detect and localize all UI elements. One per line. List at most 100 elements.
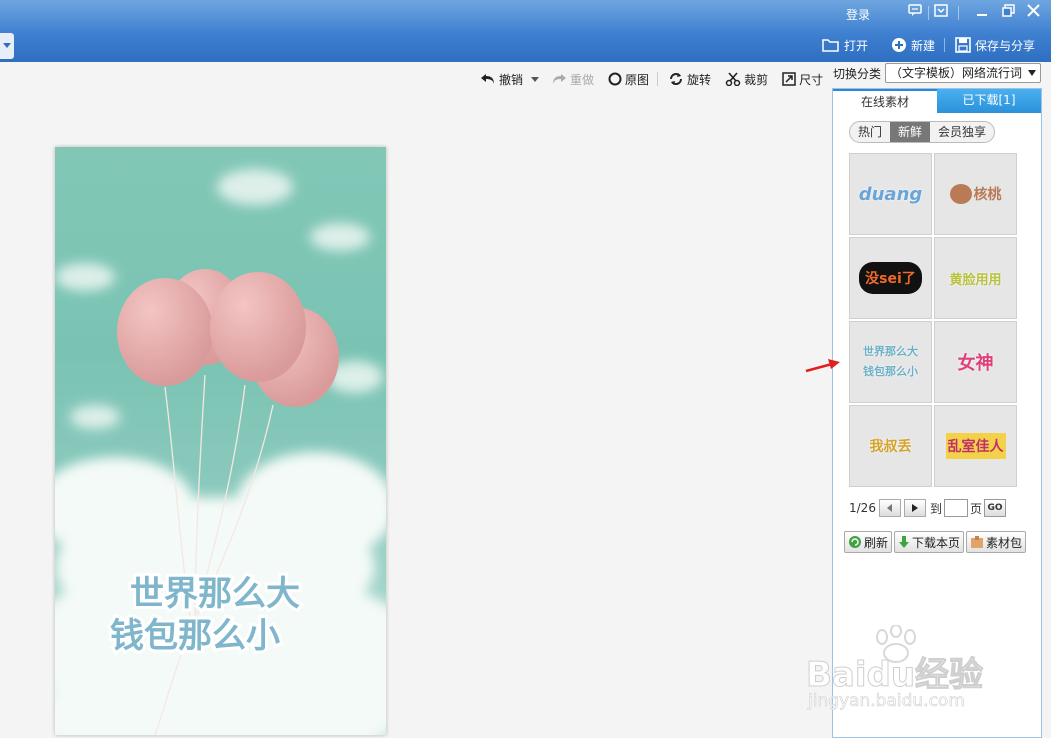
rotate-label: 旋转 <box>687 72 712 87</box>
sticker-item[interactable]: duang <box>849 153 932 235</box>
open-button[interactable]: 打开 <box>822 34 868 56</box>
caret-down-icon <box>1028 70 1037 76</box>
scissors-icon <box>725 72 741 86</box>
red-arrow-annotation <box>805 359 840 373</box>
toolbar-divider <box>944 38 945 52</box>
sticker-label: 我叔丢 <box>869 439 912 455</box>
triangle-right-icon <box>911 504 918 512</box>
redo-icon <box>551 72 567 86</box>
undo-icon <box>480 72 496 86</box>
titlebar-divider <box>928 6 929 20</box>
open-label: 打开 <box>844 38 869 53</box>
undo-dropdown-icon[interactable] <box>531 76 540 82</box>
tab-online-material[interactable]: 在线素材 <box>833 89 937 113</box>
sticker-grid: duang 核桃 没sei了 黄脸用用 世界那么大 钱包那么小 女神 我叔丢 乱… <box>849 153 1017 487</box>
rotate-button[interactable]: 旋转 <box>668 71 711 88</box>
sticker-item[interactable]: 没sei了 <box>849 237 932 319</box>
sub-tabs: 热门 新鲜 会员独享 <box>849 121 996 143</box>
restore-icon <box>1001 4 1015 17</box>
chat-bubble-icon <box>908 4 922 16</box>
next-page-button[interactable] <box>903 499 926 517</box>
download-page-button[interactable]: 下载本页 <box>894 531 965 553</box>
crop-label: 裁剪 <box>744 72 769 87</box>
redo-label: 重做 <box>570 72 595 87</box>
sub-tab-new[interactable]: 新鲜 <box>890 122 931 142</box>
sticker-item[interactable]: 女神 <box>934 321 1017 403</box>
triangle-left-icon <box>886 504 892 512</box>
crop-button[interactable]: 裁剪 <box>725 71 768 88</box>
material-panel: 在线素材 已下载[1] 热门 新鲜 会员独享 duang 核桃 没sei了 黄脸… <box>832 88 1042 738</box>
download-page-label: 下载本页 <box>912 535 961 550</box>
sticker-item[interactable]: 黄脸用用 <box>934 237 1017 319</box>
sticker-label: 黄脸用用 <box>949 272 1002 288</box>
material-pack-button[interactable]: 素材包 <box>966 531 1027 553</box>
refresh-label: 刷新 <box>864 535 889 550</box>
sticker-label: 世界那么大 钱包那么小 <box>863 345 918 378</box>
sticker-item[interactable]: 乱室佳人 <box>934 405 1017 487</box>
page-number-input[interactable] <box>943 499 968 517</box>
folder-icon <box>822 38 840 52</box>
redo-button[interactable]: 重做 <box>551 71 594 88</box>
rotate-icon <box>668 72 684 86</box>
sticker-label: 女神 <box>957 353 994 374</box>
save-share-button[interactable]: 保存与分享 <box>955 34 1035 56</box>
original-label: 原图 <box>625 72 650 87</box>
balloon-photo: 世界那么大 钱包那么小 <box>55 169 386 735</box>
material-pack-label: 素材包 <box>986 535 1023 550</box>
prev-page-button[interactable] <box>878 499 901 517</box>
sticker-label: duang <box>858 183 923 205</box>
menu-button[interactable] <box>931 4 951 22</box>
sticker-item-selected[interactable]: 世界那么大 钱包那么小 <box>849 321 932 403</box>
feedback-button[interactable] <box>905 4 925 22</box>
close-button[interactable] <box>1023 4 1043 22</box>
minimize-button[interactable] <box>972 4 992 22</box>
overlay-text-line1: 世界那么大 <box>130 574 300 614</box>
side-collapse-tab[interactable] <box>0 33 14 59</box>
titlebar-divider <box>958 6 959 20</box>
refresh-icon <box>848 535 862 549</box>
panel-actions: 刷新 下载本页 素材包 <box>844 531 1028 553</box>
photo-canvas[interactable]: 世界那么大 钱包那么小 <box>55 147 386 735</box>
overlay-text-line2: 钱包那么小 <box>110 616 280 656</box>
panel-tabs: 在线素材 已下载[1] <box>833 89 1041 113</box>
undo-label: 撤销 <box>499 72 524 87</box>
original-button[interactable]: 原图 <box>608 71 649 88</box>
refresh-button[interactable]: 刷新 <box>844 531 893 553</box>
resize-icon <box>782 72 796 86</box>
sticker-item[interactable]: 核桃 <box>934 153 1017 235</box>
download-arrow-icon <box>898 535 910 549</box>
sticker-label: 没sei了 <box>859 262 922 294</box>
login-link[interactable]: 登录 <box>846 6 870 23</box>
go-button[interactable]: GO <box>983 499 1006 517</box>
edit-toolbar: 撤销 重做 原图 旋转 裁剪 尺寸 <box>480 68 837 90</box>
page-unit-label: 页 <box>969 501 982 516</box>
sticker-item[interactable]: 我叔丢 <box>849 405 932 487</box>
category-switch: 切换分类 （文字模板）网络流行词 <box>833 63 1042 83</box>
title-bar: 登录 打开 新建 保存与分享 <box>0 0 1051 62</box>
new-label: 新建 <box>911 38 936 53</box>
save-share-label: 保存与分享 <box>975 38 1036 53</box>
pager: 1/26 到 页 GO <box>849 499 1006 517</box>
sticker-label: 乱室佳人 <box>945 433 1006 459</box>
minimize-icon <box>977 14 987 16</box>
plus-circle-icon <box>891 37 907 53</box>
circle-icon <box>608 72 622 86</box>
close-icon <box>1026 4 1040 17</box>
chevron-down-icon <box>3 43 11 48</box>
sticker-label: 核桃 <box>973 187 1002 203</box>
category-select[interactable]: （文字模板）网络流行词 <box>885 63 1042 83</box>
sub-tab-hot[interactable]: 热门 <box>850 122 890 142</box>
new-button[interactable]: 新建 <box>891 34 935 56</box>
bear-icon <box>949 184 972 204</box>
category-value: （文字模板）网络流行词 <box>890 66 1023 80</box>
toolbar-divider <box>657 72 659 86</box>
tab-downloaded[interactable]: 已下载[1] <box>937 89 1041 113</box>
size-label: 尺寸 <box>799 72 824 87</box>
size-button[interactable]: 尺寸 <box>782 71 823 88</box>
menu-box-icon <box>934 4 948 17</box>
sub-tab-vip[interactable]: 会员独享 <box>930 122 994 142</box>
goto-label: 到 <box>929 501 942 516</box>
maximize-button[interactable] <box>998 4 1018 22</box>
category-label: 切换分类 <box>833 66 882 81</box>
undo-button[interactable]: 撤销 <box>480 71 523 88</box>
